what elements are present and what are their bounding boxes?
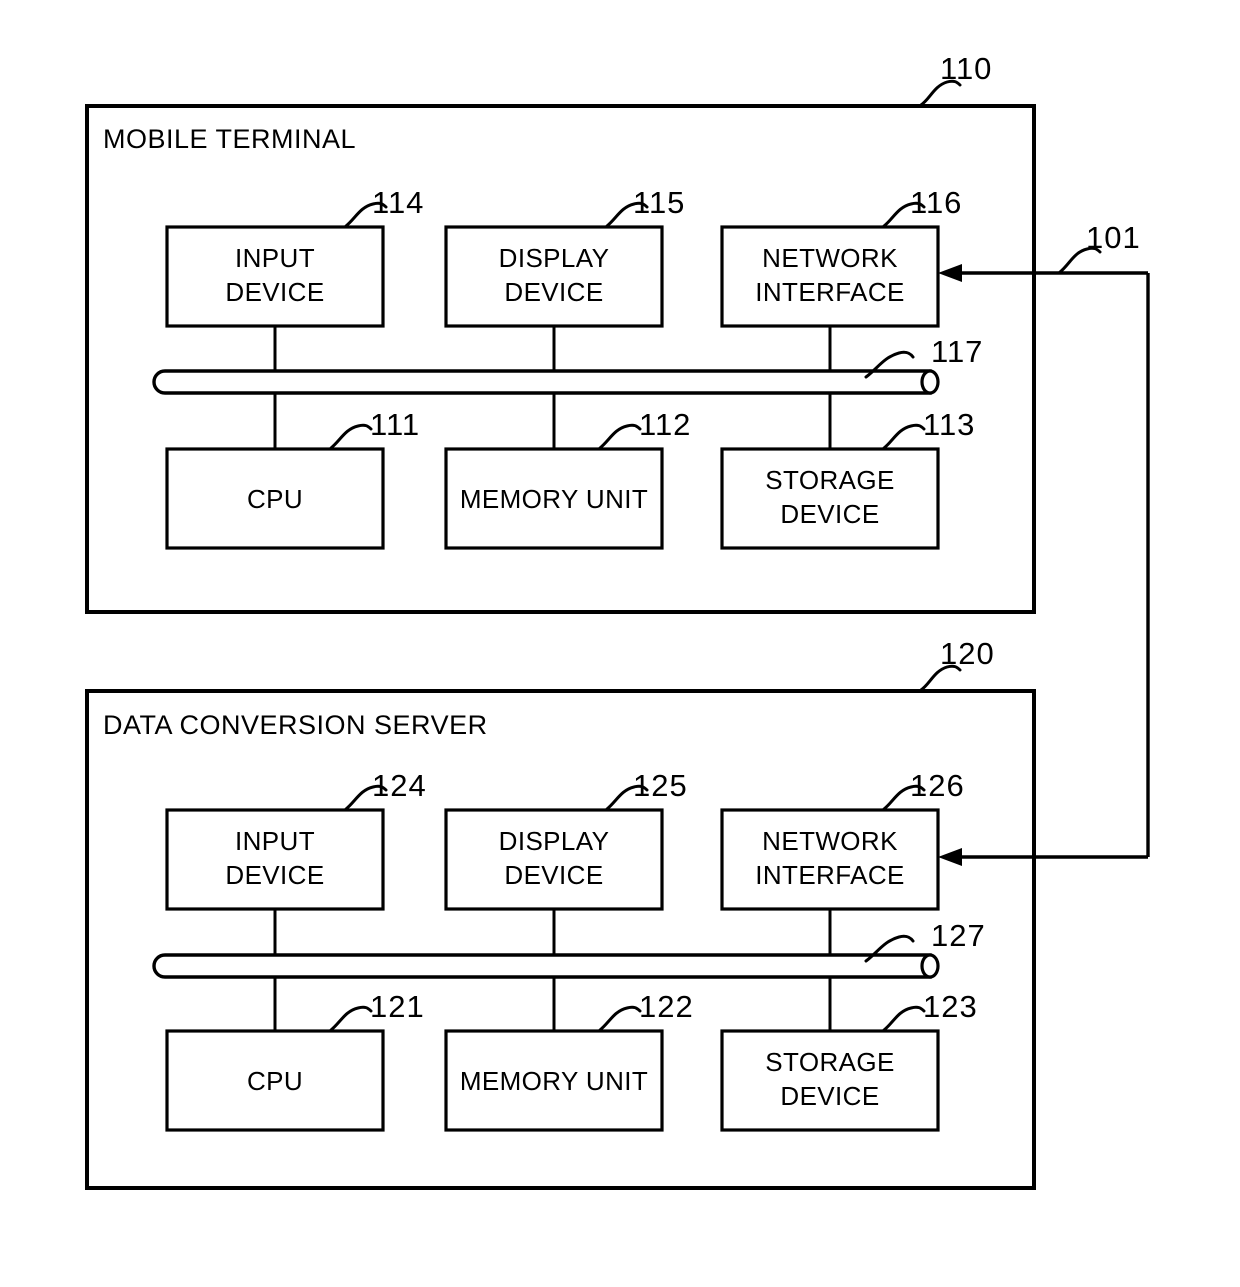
ref-number-101: 101	[1086, 220, 1141, 255]
box-label-cpu-121-line1: CPU	[247, 1066, 303, 1096]
figure-canvas: MOBILE TERMINAL 110 INPUT DEVICE 114 DIS…	[0, 0, 1240, 1287]
bus-127-end-cap	[920, 953, 940, 979]
box-label-memory-unit-122-line1: MEMORY UNIT	[460, 1066, 648, 1096]
box-label-storage-device-113-line1: STORAGE	[765, 465, 894, 495]
unit-title-data-conversion-server: DATA CONVERSION SERVER	[103, 710, 488, 740]
ref-number-122: 122	[639, 989, 694, 1024]
ref-number-117: 117	[931, 334, 983, 369]
ref-number-123: 123	[923, 989, 978, 1024]
ref-number-120: 120	[940, 636, 995, 671]
unit-title-mobile-terminal: MOBILE TERMINAL	[103, 124, 356, 154]
box-label-input-device-114-line1: INPUT	[235, 243, 315, 273]
box-label-display-device-125-line2: DEVICE	[504, 860, 603, 890]
box-label-network-interface-116-line1: NETWORK	[762, 243, 898, 273]
box-label-storage-device-123-line2: DEVICE	[780, 1081, 879, 1111]
ref-number-110: 110	[940, 51, 992, 86]
box-label-input-device-114-line2: DEVICE	[225, 277, 324, 307]
box-label-cpu-111-line1: CPU	[247, 484, 303, 514]
box-label-memory-unit-112-line1: MEMORY UNIT	[460, 484, 648, 514]
box-label-input-device-124-line2: DEVICE	[225, 860, 324, 890]
box-label-display-device-115-line2: DEVICE	[504, 277, 603, 307]
bus-117	[152, 369, 940, 395]
bus-127	[152, 953, 940, 979]
ref-number-126: 126	[910, 768, 965, 803]
ref-number-124: 124	[372, 768, 427, 803]
unit-mobile-terminal: MOBILE TERMINAL 110 INPUT DEVICE 114 DIS…	[85, 51, 1036, 614]
box-label-input-device-124-line1: INPUT	[235, 826, 315, 856]
unit-data-conversion-server: DATA CONVERSION SERVER 120 INPUT DEVICE …	[85, 636, 1036, 1190]
ref-number-125: 125	[633, 768, 688, 803]
box-label-network-interface-126-line1: NETWORK	[762, 826, 898, 856]
ref-number-112: 112	[639, 407, 691, 442]
ref-number-115: 115	[633, 185, 685, 220]
ref-number-113: 113	[923, 407, 975, 442]
box-label-storage-device-113-line2: DEVICE	[780, 499, 879, 529]
box-label-display-device-125-line1: DISPLAY	[499, 826, 610, 856]
box-label-network-interface-116-line2: INTERFACE	[755, 277, 905, 307]
ref-number-121: 121	[370, 989, 425, 1024]
bus-117-end-cap	[920, 369, 940, 395]
ref-number-116: 116	[910, 185, 962, 220]
ref-number-127: 127	[931, 918, 986, 953]
box-label-display-device-115-line1: DISPLAY	[499, 243, 610, 273]
ref-number-111: 111	[370, 407, 420, 442]
box-label-network-interface-126-line2: INTERFACE	[755, 860, 905, 890]
box-label-storage-device-123-line1: STORAGE	[765, 1047, 894, 1077]
ref-number-114: 114	[372, 185, 424, 220]
